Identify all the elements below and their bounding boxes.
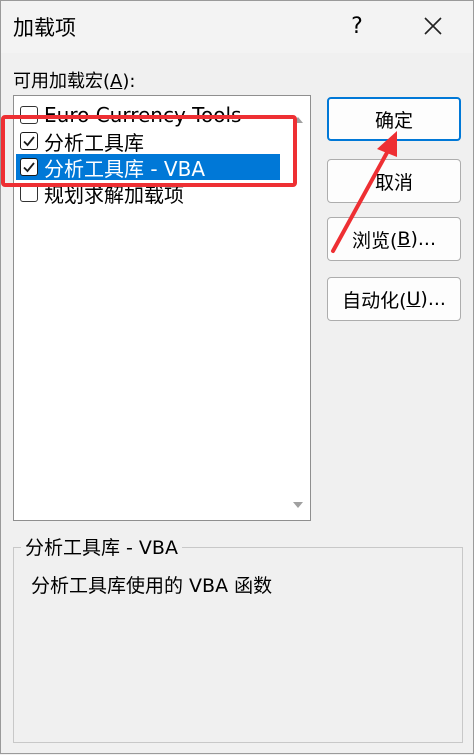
ok-button[interactable]: 确定 bbox=[327, 97, 461, 141]
title-bar[interactable]: 加载项 ? bbox=[1, 1, 473, 53]
annotation-highlight-box bbox=[1, 115, 297, 187]
addins-list-label: 可用加载宏(A): bbox=[13, 71, 136, 92]
cancel-button[interactable]: 取消 bbox=[327, 159, 461, 203]
scroll-down-icon bbox=[293, 501, 303, 508]
description-title: 分析工具库 - VBA bbox=[21, 533, 182, 560]
scroll-down-button[interactable] bbox=[290, 498, 306, 512]
description-text: 分析工具库使用的 VBA 函数 bbox=[31, 575, 273, 597]
help-button[interactable]: ? bbox=[337, 5, 377, 47]
addins-dialog: 加载项 ? 可用加载宏(A): Euro Currency Tools 分析工具… bbox=[0, 0, 474, 754]
browse-button[interactable]: 浏览(B)... bbox=[327, 217, 461, 261]
automation-button[interactable]: 自动化(U)... bbox=[327, 277, 461, 321]
close-button[interactable] bbox=[411, 5, 455, 47]
dialog-title: 加载项 bbox=[13, 16, 76, 40]
close-icon bbox=[424, 17, 442, 35]
